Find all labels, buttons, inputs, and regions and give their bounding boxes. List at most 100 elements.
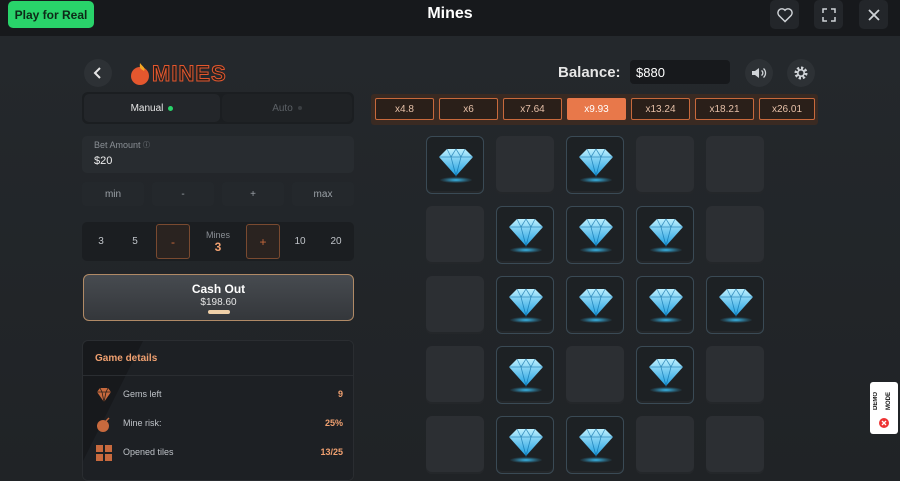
multiplier-step: x13.24 xyxy=(631,98,690,120)
tab-manual[interactable]: Manual xyxy=(84,94,220,122)
diamond-icon xyxy=(439,148,473,177)
detail-row-tiles: Opened tiles 13/25 xyxy=(95,445,343,461)
mines-preset-20[interactable]: 20 xyxy=(320,224,352,259)
bet-min-button[interactable]: min xyxy=(82,182,144,206)
bet-max-button[interactable]: max xyxy=(292,182,354,206)
gem-glow xyxy=(650,317,682,323)
gem-glow xyxy=(650,247,682,253)
gem-icon xyxy=(97,387,111,403)
tile-revealed-gem xyxy=(566,206,624,264)
mines-preset-3[interactable]: 3 xyxy=(86,224,116,259)
gem-glow xyxy=(580,317,612,323)
fullscreen-icon xyxy=(821,7,836,22)
tile-hidden[interactable] xyxy=(426,276,484,334)
info-icon: ⓘ xyxy=(143,142,151,149)
gem-glow xyxy=(440,177,472,183)
diamond-icon xyxy=(649,218,683,247)
gem-glow xyxy=(580,457,612,463)
detail-row-risk: Mine risk: 25% xyxy=(95,416,343,432)
tile-hidden[interactable] xyxy=(706,206,764,264)
tile-hidden[interactable] xyxy=(426,416,484,474)
gem-glow xyxy=(720,317,752,323)
mines-preset-5[interactable]: 5 xyxy=(120,224,150,259)
back-button[interactable] xyxy=(84,59,112,87)
diamond-icon xyxy=(509,358,543,387)
tile-hidden[interactable] xyxy=(496,136,554,194)
diamond-icon xyxy=(509,218,543,247)
mines-selector: 3 5 - Mines 3 + 10 20 xyxy=(82,222,354,261)
gem-glow xyxy=(510,387,542,393)
gem-glow xyxy=(580,177,612,183)
gem-glow xyxy=(510,457,542,463)
tab-manual-label: Manual xyxy=(130,102,164,114)
tile-revealed-gem xyxy=(566,276,624,334)
multiplier-step: x7.64 xyxy=(503,98,562,120)
heart-icon xyxy=(776,7,793,23)
speaker-icon xyxy=(752,68,767,78)
detail-value: 13/25 xyxy=(320,447,343,457)
tile-revealed-gem xyxy=(566,416,624,474)
bomb-icon xyxy=(97,417,110,432)
cash-out-label: Cash Out xyxy=(191,282,246,296)
balance-value: $880 xyxy=(630,60,730,84)
tile-hidden[interactable] xyxy=(706,136,764,194)
tab-auto[interactable]: Auto xyxy=(222,94,352,122)
tab-auto-label: Auto xyxy=(272,102,293,114)
tile-hidden[interactable] xyxy=(636,416,694,474)
diamond-icon xyxy=(579,218,613,247)
bet-amount-field[interactable]: Bet Amount ⓘ $20 xyxy=(82,136,354,173)
inactive-dot-icon xyxy=(297,106,302,110)
demo-mode-label: DEMO MODE xyxy=(873,392,892,410)
multiplier-step: x6 xyxy=(439,98,498,120)
diamond-icon xyxy=(649,288,683,317)
tile-revealed-gem xyxy=(706,276,764,334)
multiplier-step: x4.8 xyxy=(375,98,434,120)
tile-hidden[interactable] xyxy=(566,346,624,404)
tile-hidden[interactable] xyxy=(426,346,484,404)
settings-button[interactable] xyxy=(787,59,815,87)
bet-increase-button[interactable]: + xyxy=(222,182,284,206)
bet-amount-label: Bet Amount ⓘ xyxy=(94,140,150,150)
app-title: Mines xyxy=(427,5,473,22)
close-icon xyxy=(867,8,880,21)
tile-hidden[interactable] xyxy=(426,206,484,264)
sound-button[interactable] xyxy=(745,59,773,87)
tile-hidden[interactable] xyxy=(706,416,764,474)
gem-glow xyxy=(510,247,542,253)
game-details-panel: Game details Gems left 9 Mine risk: 25% … xyxy=(82,340,354,481)
favorite-button[interactable] xyxy=(770,0,799,29)
grid-icon xyxy=(96,445,112,461)
mines-count-value: 3 xyxy=(214,239,222,254)
tile-revealed-gem xyxy=(426,136,484,194)
multiplier-bar: x4.8 x6 x7.64 x9.93 x13.24 x18.21 x26.01 xyxy=(371,94,818,125)
tile-revealed-gem xyxy=(636,346,694,404)
tile-hidden[interactable] xyxy=(706,346,764,404)
diamond-icon xyxy=(579,148,613,177)
mines-decrease-button[interactable]: - xyxy=(156,224,190,259)
logo-text: MINES xyxy=(152,61,227,87)
diamond-icon xyxy=(649,358,683,387)
tile-revealed-gem xyxy=(496,206,554,264)
active-dot-icon xyxy=(168,105,174,111)
multiplier-step-current: x9.93 xyxy=(567,98,626,120)
tile-hidden[interactable] xyxy=(636,136,694,194)
game-logo: MINES xyxy=(128,60,227,88)
gem-glow xyxy=(580,247,612,253)
detail-label: Opened tiles xyxy=(123,447,174,457)
balance-label: Balance: xyxy=(558,64,621,81)
cash-out-button[interactable]: Cash Out $198.60 xyxy=(83,274,354,321)
gem-glow xyxy=(650,387,682,393)
diamond-icon xyxy=(509,428,543,457)
diamond-icon xyxy=(579,288,613,317)
mines-count-label: Mines xyxy=(205,229,230,240)
mines-preset-10[interactable]: 10 xyxy=(284,224,316,259)
close-button[interactable] xyxy=(859,0,888,29)
bet-decrease-button[interactable]: - xyxy=(152,182,214,206)
bet-amount-label-text: Bet Amount xyxy=(94,140,141,150)
diamond-icon xyxy=(719,288,753,317)
game-details-title: Game details xyxy=(95,353,158,364)
cash-out-amount: $198.60 xyxy=(200,297,237,308)
detail-row-gems: Gems left 9 xyxy=(95,387,343,403)
fullscreen-button[interactable] xyxy=(814,0,843,29)
mines-increase-button[interactable]: + xyxy=(246,224,280,259)
